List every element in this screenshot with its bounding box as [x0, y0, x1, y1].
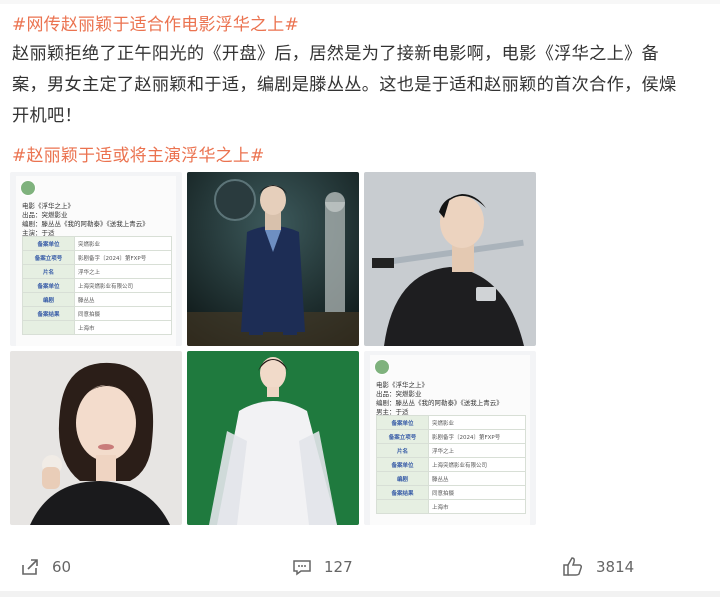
table-value: 突燃影业 [428, 415, 526, 430]
like-count: 3814 [596, 558, 635, 576]
table-value: 同意拍摄 [74, 306, 172, 321]
document-sheet: 电影《浮华之上》 出品：突燃影业 编剧：滕丛丛《我的阿勒泰》《送我上青云》 主演… [16, 176, 176, 346]
table-row: 编剧 滕丛丛 [22, 292, 172, 307]
image-actress-white-dress[interactable] [187, 351, 359, 525]
table-row: 片名 浮华之上 [22, 264, 172, 279]
repost-count: 60 [52, 558, 72, 576]
table-row: 编剧 滕丛丛 [376, 471, 526, 486]
table-row: 备案立项号 影剧备字〔2024〕第FXP号 [22, 250, 172, 265]
table-key [22, 320, 75, 335]
hashtag-link-bottom[interactable]: #赵丽颖于适或将主演浮华之上# [12, 141, 265, 166]
table-row: 备案结果 同意拍摄 [22, 306, 172, 321]
filing-table: 备案单位 突燃影业 备案立项号 影剧备字〔2024〕第FXP号 片名 浮华之上 备案单… [376, 415, 526, 514]
table-key: 编剧 [376, 471, 429, 486]
table-key: 备案立项号 [22, 250, 75, 265]
image-filing-document-2[interactable]: 电影《浮华之上》 出品：突燃影业 编剧：滕丛丛《我的阿勒泰》《送我上青云》 男主… [364, 351, 536, 525]
table-key: 备案结果 [376, 485, 429, 500]
table-value: 滕丛丛 [428, 471, 526, 486]
post-body-line: 开机吧！ [12, 106, 82, 126]
post-body-line: 案，男女主定了赵丽颖和于适，编剧是滕丛丛。这也是于适和赵丽颖的首次合作，侯燥 [12, 75, 677, 95]
table-row: 备案单位 上海突燃影业有限公司 [22, 278, 172, 293]
comment-icon [293, 560, 311, 576]
table-row: 片名 浮华之上 [376, 443, 526, 458]
table-row: 备案单位 突燃影业 [376, 415, 526, 430]
table-row: 备案单位 突燃影业 [22, 236, 172, 251]
action-bar: 60 127 3814 [0, 550, 720, 584]
table-row: 备案结果 同意拍摄 [376, 485, 526, 500]
table-value: 滕丛丛 [74, 292, 172, 307]
table-value: 上海市 [74, 320, 172, 335]
table-key: 片名 [376, 443, 429, 458]
photo-illustration [10, 351, 182, 525]
table-value: 突燃影业 [74, 236, 172, 251]
table-row: 上海市 [376, 499, 526, 514]
hashtag-link-top[interactable]: #网传赵丽颖于适合作电影浮华之上# [12, 10, 299, 35]
table-row: 上海市 [22, 320, 172, 335]
table-key [376, 499, 429, 514]
table-value: 浮华之上 [74, 264, 172, 279]
image-actor-dark-coat[interactable] [187, 172, 359, 346]
table-row: 备案单位 上海突燃影业有限公司 [376, 457, 526, 472]
table-key: 片名 [22, 264, 75, 279]
table-row: 备案立项号 影剧备字〔2024〕第FXP号 [376, 429, 526, 444]
avatar [20, 180, 36, 196]
bottom-divider [0, 591, 720, 597]
photo-illustration [187, 351, 359, 525]
document-sheet: 电影《浮华之上》 出品：突燃影业 编剧：滕丛丛《我的阿勒泰》《送我上青云》 男主… [370, 355, 530, 525]
table-key: 备案单位 [22, 236, 75, 251]
table-value: 影剧备字〔2024〕第FXP号 [428, 429, 526, 444]
table-value: 同意拍摄 [428, 485, 526, 500]
table-value: 上海突燃影业有限公司 [74, 278, 172, 293]
avatar [374, 359, 390, 375]
table-key: 编剧 [22, 292, 75, 307]
comment-count: 127 [324, 558, 353, 576]
image-filing-document-1[interactable]: 电影《浮华之上》 出品：突燃影业 编剧：滕丛丛《我的阿勒泰》《送我上青云》 主演… [10, 172, 182, 346]
table-key: 备案结果 [22, 306, 75, 321]
table-key: 备案立项号 [376, 429, 429, 444]
image-grid: 电影《浮华之上》 出品：突燃影业 编剧：滕丛丛《我的阿勒泰》《送我上青云》 主演… [10, 172, 538, 526]
photo-illustration [187, 172, 359, 346]
photo-illustration [364, 172, 536, 346]
table-value: 影剧备字〔2024〕第FXP号 [74, 250, 172, 265]
table-value: 浮华之上 [428, 443, 526, 458]
post-body: 赵丽颖拒绝了正午阳光的《开盘》后，居然是为了接新电影啊，电影《浮华之上》备 案，… [12, 39, 712, 132]
like-icon [563, 557, 583, 576]
filing-table: 备案单位 突燃影业 备案立项号 影剧备字〔2024〕第FXP号 片名 浮华之上 备案单… [22, 236, 172, 335]
comment-button[interactable]: 127 [292, 550, 353, 584]
table-key: 备案单位 [376, 457, 429, 472]
like-button[interactable]: 3814 [562, 550, 634, 584]
table-value: 上海突燃影业有限公司 [428, 457, 526, 472]
top-divider [0, 0, 720, 4]
repost-button[interactable]: 60 [20, 550, 71, 584]
table-key: 备案单位 [376, 415, 429, 430]
repost-icon [22, 559, 38, 575]
table-key: 备案单位 [22, 278, 75, 293]
image-actress-makeup[interactable] [10, 351, 182, 525]
table-value: 上海市 [428, 499, 526, 514]
post-body-line: 赵丽颖拒绝了正午阳光的《开盘》后，居然是为了接新电影啊，电影《浮华之上》备 [12, 44, 660, 64]
image-actor-leather-jacket[interactable] [364, 172, 536, 346]
